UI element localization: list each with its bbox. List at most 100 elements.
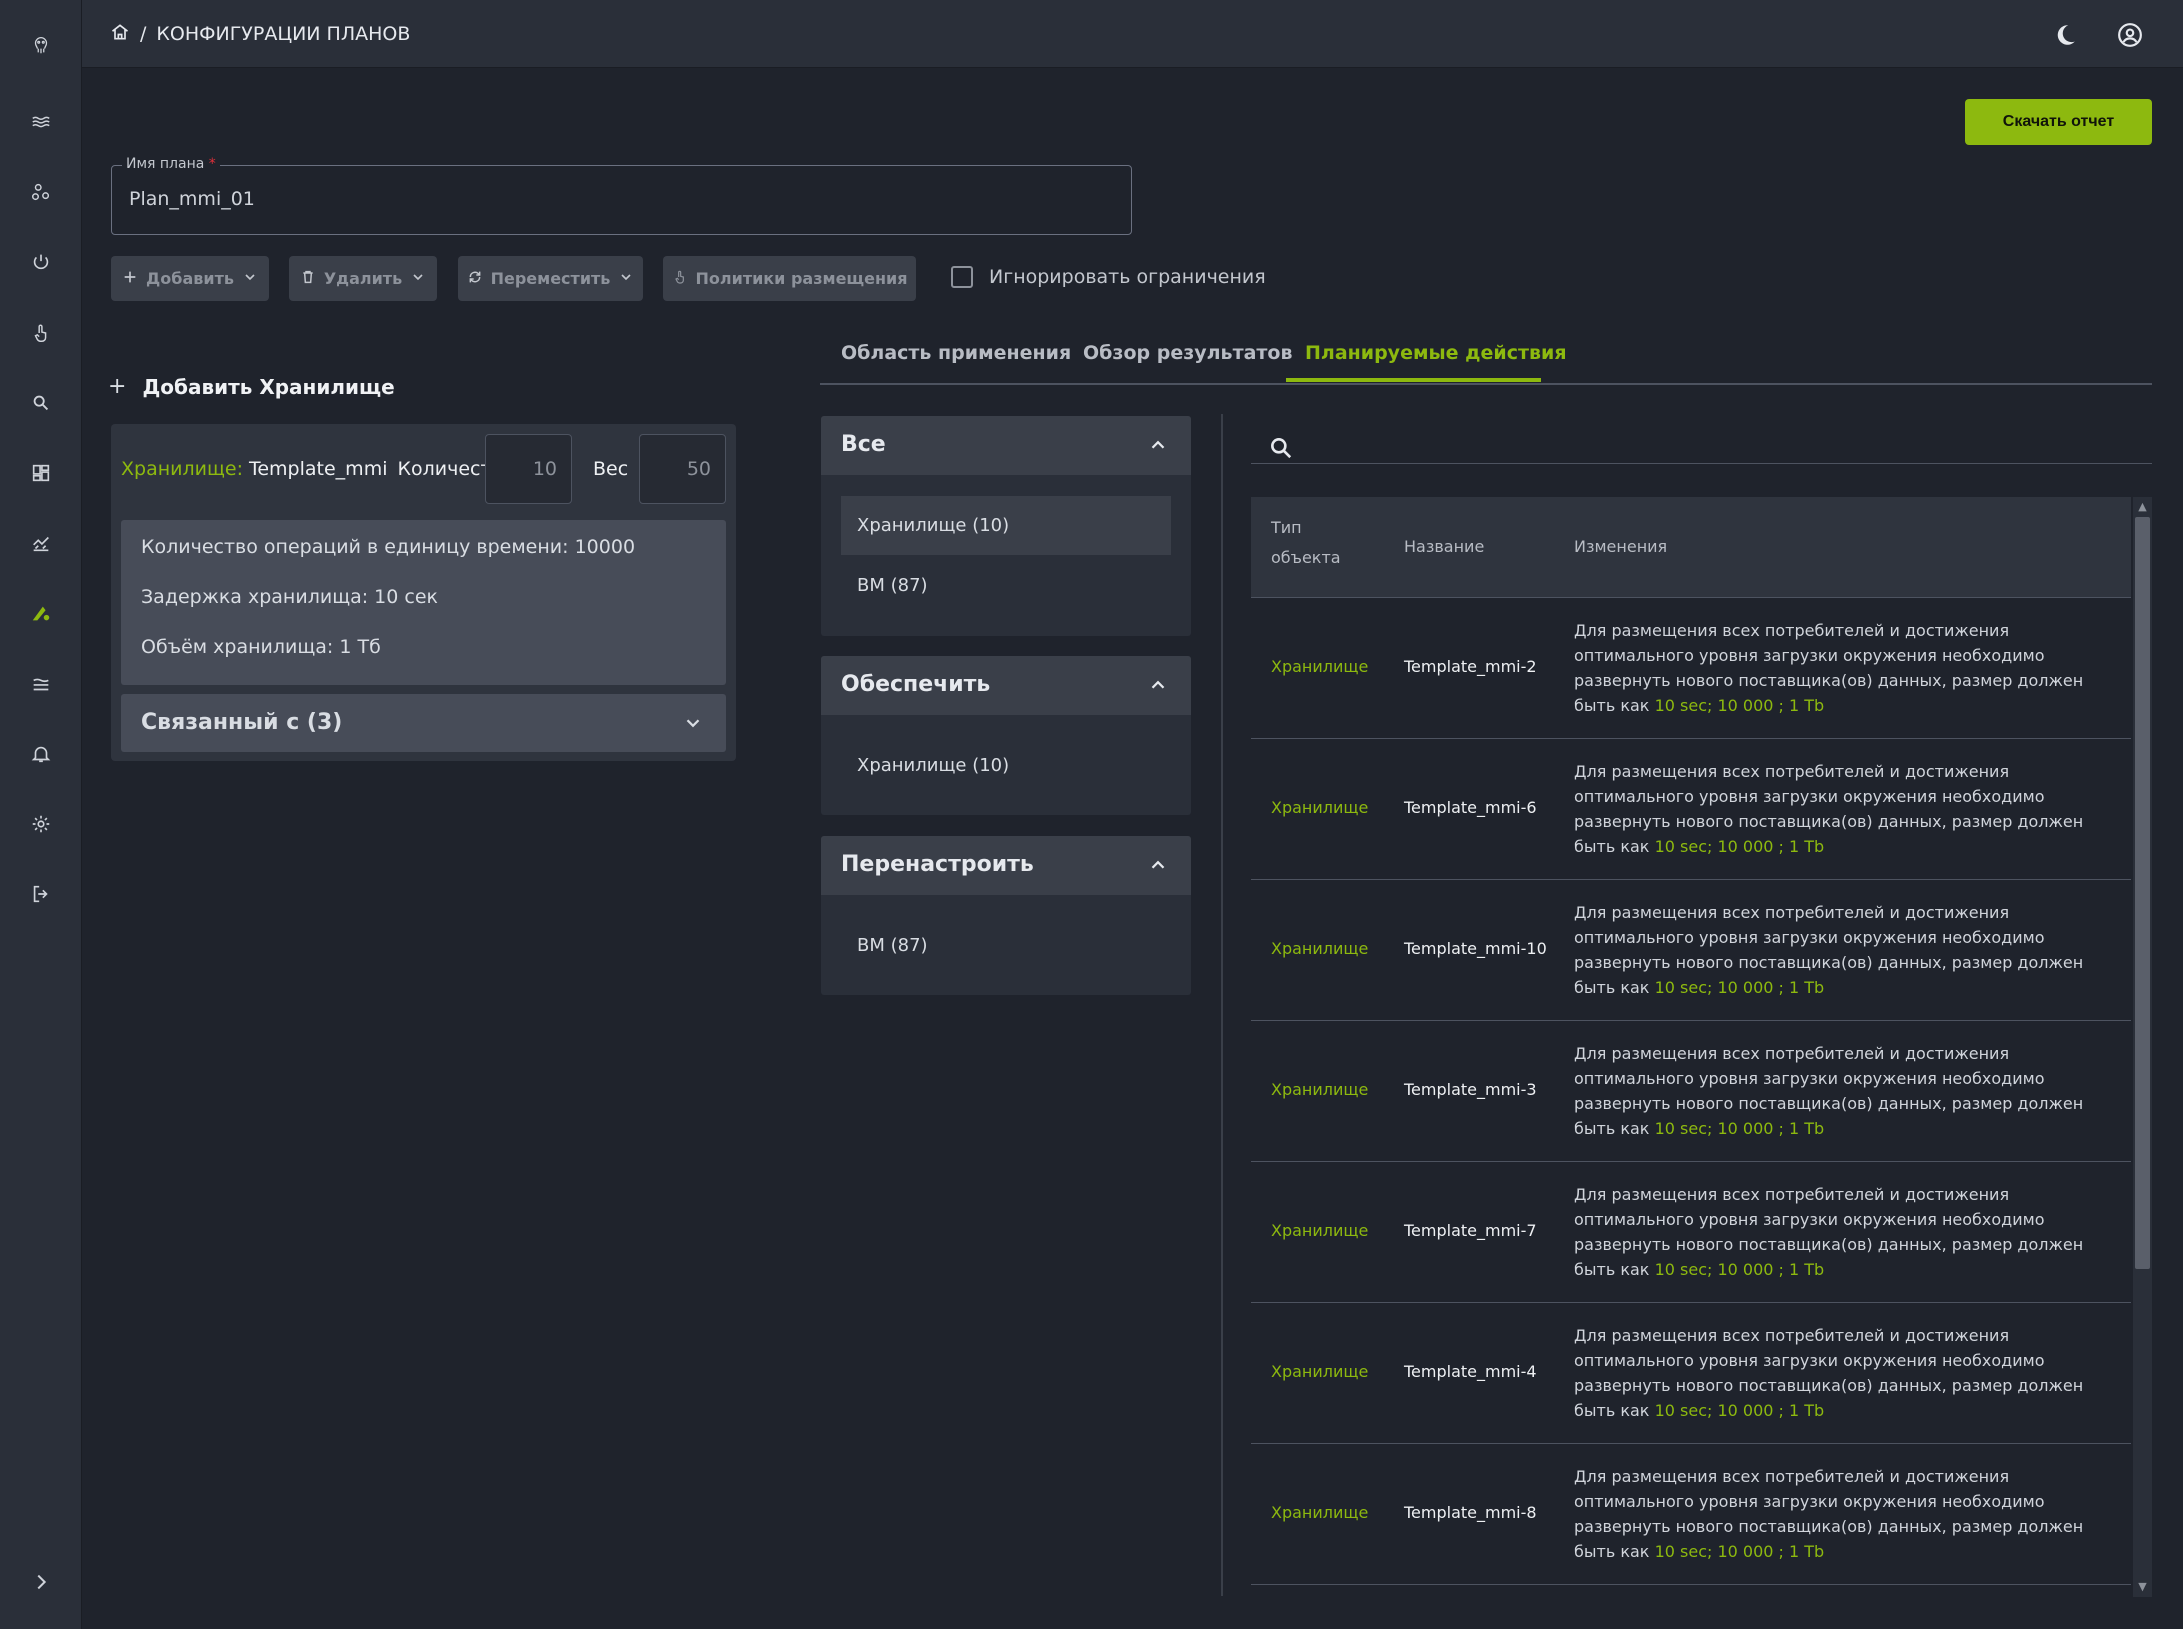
add-button[interactable]: Добавить (111, 256, 269, 301)
delete-button[interactable]: Удалить (289, 256, 437, 301)
scroll-up-icon[interactable]: ▲ (2136, 500, 2149, 513)
tab-results[interactable]: Обзор результатов (1083, 342, 1293, 364)
group-all: Все Хранилище (10) ВМ (87) (821, 416, 1191, 636)
table-header: Тип объекта Название Изменения (1251, 497, 2131, 598)
breadcrumb-separator: / (140, 23, 147, 45)
power-icon[interactable] (25, 246, 57, 278)
row-changes: Для размещения всех потребителей и дости… (1574, 1044, 2084, 1138)
storage-ops-text: Количество операций в единицу времени: 1… (141, 536, 636, 558)
download-report-button[interactable]: Скачать отчет (1965, 99, 2152, 145)
group-all-header[interactable]: Все (821, 416, 1191, 475)
row-changes-highlight: 10 sec; 10 000 ; 1 Tb (1654, 1260, 1825, 1279)
chevron-down-icon (410, 269, 426, 289)
stack-icon[interactable] (25, 668, 57, 700)
row-changes-highlight: 10 sec; 10 000 ; 1 Tb (1654, 837, 1825, 856)
plan-name-field[interactable]: Имя плана * Plan_mmi_01 (111, 156, 1132, 235)
table-row[interactable]: Хранилище Template_mmi-8 Для размещения вс… (1251, 1444, 2131, 1585)
delete-button-label: Удалить (323, 269, 403, 288)
hand-pointer-icon (672, 269, 688, 289)
storage-latency-text: Задержка хранилища: 10 сек (141, 586, 439, 608)
group-item-storage[interactable]: Хранилище (10) (841, 496, 1171, 555)
related-accordion[interactable]: Связанный с (3) (121, 694, 726, 752)
row-changes-highlight: 10 sec; 10 000 ; 1 Tb (1654, 978, 1825, 997)
chevron-down-icon (242, 269, 258, 289)
group-provision-header[interactable]: Обеспечить (821, 656, 1191, 715)
header-name: Название (1404, 537, 1485, 556)
move-button[interactable]: Переместить (458, 256, 643, 301)
group-item-vm[interactable]: ВМ (87) (841, 916, 1171, 975)
row-name: Template_mmi-10 (1404, 939, 1547, 958)
storage-key-label: Хранилище: (121, 458, 243, 480)
search-input[interactable] (1251, 463, 2152, 464)
weight-input[interactable]: 50 (639, 434, 726, 504)
page-title: КОНФИГУРАЦИИ ПЛАНОВ (156, 23, 411, 45)
bell-icon[interactable] (25, 738, 57, 770)
group-item-vm[interactable]: ВМ (87) (841, 556, 1171, 615)
planning-icon[interactable] (25, 597, 57, 629)
quantity-input[interactable]: 10 (485, 434, 572, 504)
trash-icon (300, 269, 316, 289)
topology-icon[interactable] (25, 176, 57, 208)
layers-icon[interactable] (25, 106, 57, 138)
actions-table: Тип объекта Название Изменения Хранилище… (1251, 497, 2131, 1587)
move-button-label: Переместить (490, 269, 611, 288)
add-storage-button[interactable]: + Добавить Хранилище (108, 374, 395, 399)
row-name: Template_mmi-7 (1404, 1221, 1537, 1240)
row-changes: Для размещения всех потребителей и дости… (1574, 903, 2084, 997)
row-name: Template_mmi-3 (1404, 1080, 1537, 1099)
required-mark: * (208, 156, 216, 172)
panel-divider (1221, 414, 1223, 1596)
row-type: Хранилище (1271, 1362, 1369, 1381)
storage-info-panel: Количество операций в единицу времени: 1… (121, 520, 726, 685)
group-all-title: Все (841, 432, 886, 457)
table-row[interactable]: Хранилище Template_mmi-6 Для размещения вс… (1251, 739, 2131, 880)
table-row[interactable]: Хранилище Template_mmi-2 Для размещения вс… (1251, 598, 2131, 739)
dashboard-icon[interactable] (25, 457, 57, 489)
chevron-up-icon (1147, 674, 1169, 696)
row-changes: Для размещения всех потребителей и дости… (1574, 1467, 2084, 1561)
group-reconfigure-title: Перенастроить (841, 852, 1034, 877)
storage-name: Template_mmi (248, 458, 388, 480)
row-changes-highlight: 10 sec; 10 000 ; 1 Tb (1654, 696, 1825, 715)
plan-name-label: Имя плана * (122, 156, 220, 172)
analytics-icon[interactable] (25, 527, 57, 559)
table-row[interactable]: Хранилище Template_mmi-10 Для размещения в… (1251, 880, 2131, 1021)
row-type: Хранилище (1271, 657, 1369, 676)
related-label: Связанный с (3) (141, 710, 343, 735)
scrollbar-thumb[interactable] (2135, 517, 2150, 1269)
plus-icon (122, 269, 138, 289)
group-item-storage[interactable]: Хранилище (10) (841, 736, 1171, 795)
ignore-limits-checkbox[interactable]: Игнорировать ограничения (951, 266, 1266, 288)
expand-icon[interactable] (25, 1566, 57, 1598)
logo-octopus-icon[interactable] (25, 29, 57, 61)
moon-icon[interactable] (2048, 18, 2082, 52)
user-icon[interactable] (2113, 18, 2147, 52)
breadcrumb: / КОНФИГУРАЦИИ ПЛАНОВ (110, 20, 410, 48)
tab-planned-actions[interactable]: Планируемые действия (1305, 342, 1567, 364)
gear-icon[interactable] (25, 808, 57, 840)
scroll-down-icon[interactable]: ▼ (2136, 1580, 2149, 1593)
chevron-down-icon (618, 269, 634, 289)
row-name: Template_mmi-2 (1404, 657, 1537, 676)
chevron-up-icon (1147, 854, 1169, 876)
row-changes-highlight: 10 sec; 10 000 ; 1 Tb (1654, 1401, 1825, 1420)
storage-card: Хранилище: Template_mmi Количество 10 Ве… (111, 424, 736, 761)
hand-pointer-icon[interactable] (25, 317, 57, 349)
group-reconfigure: Перенастроить ВМ (87) (821, 836, 1191, 995)
active-tab-indicator (1286, 378, 1541, 382)
row-changes: Для размещения всех потребителей и дости… (1574, 621, 2084, 715)
sync-icon (467, 269, 483, 289)
plus-icon: + (108, 374, 127, 399)
table-row[interactable]: Хранилище Template_mmi-7 Для размещения вс… (1251, 1162, 2131, 1303)
table-row[interactable]: Хранилище Template_mmi-3 Для размещения вс… (1251, 1021, 2131, 1162)
row-type: Хранилище (1271, 1080, 1369, 1099)
logout-icon[interactable] (25, 878, 57, 910)
table-row[interactable]: Хранилище Template_mmi-4 Для размещения вс… (1251, 1303, 2131, 1444)
search-icon[interactable] (25, 387, 57, 419)
home-icon[interactable] (110, 22, 130, 47)
checkbox-box[interactable] (951, 266, 973, 288)
tab-scope[interactable]: Область применения (841, 342, 1071, 364)
group-reconfigure-header[interactable]: Перенастроить (821, 836, 1191, 895)
placement-policies-button[interactable]: Политики размещения (663, 256, 916, 301)
search-icon[interactable] (1268, 435, 1294, 461)
